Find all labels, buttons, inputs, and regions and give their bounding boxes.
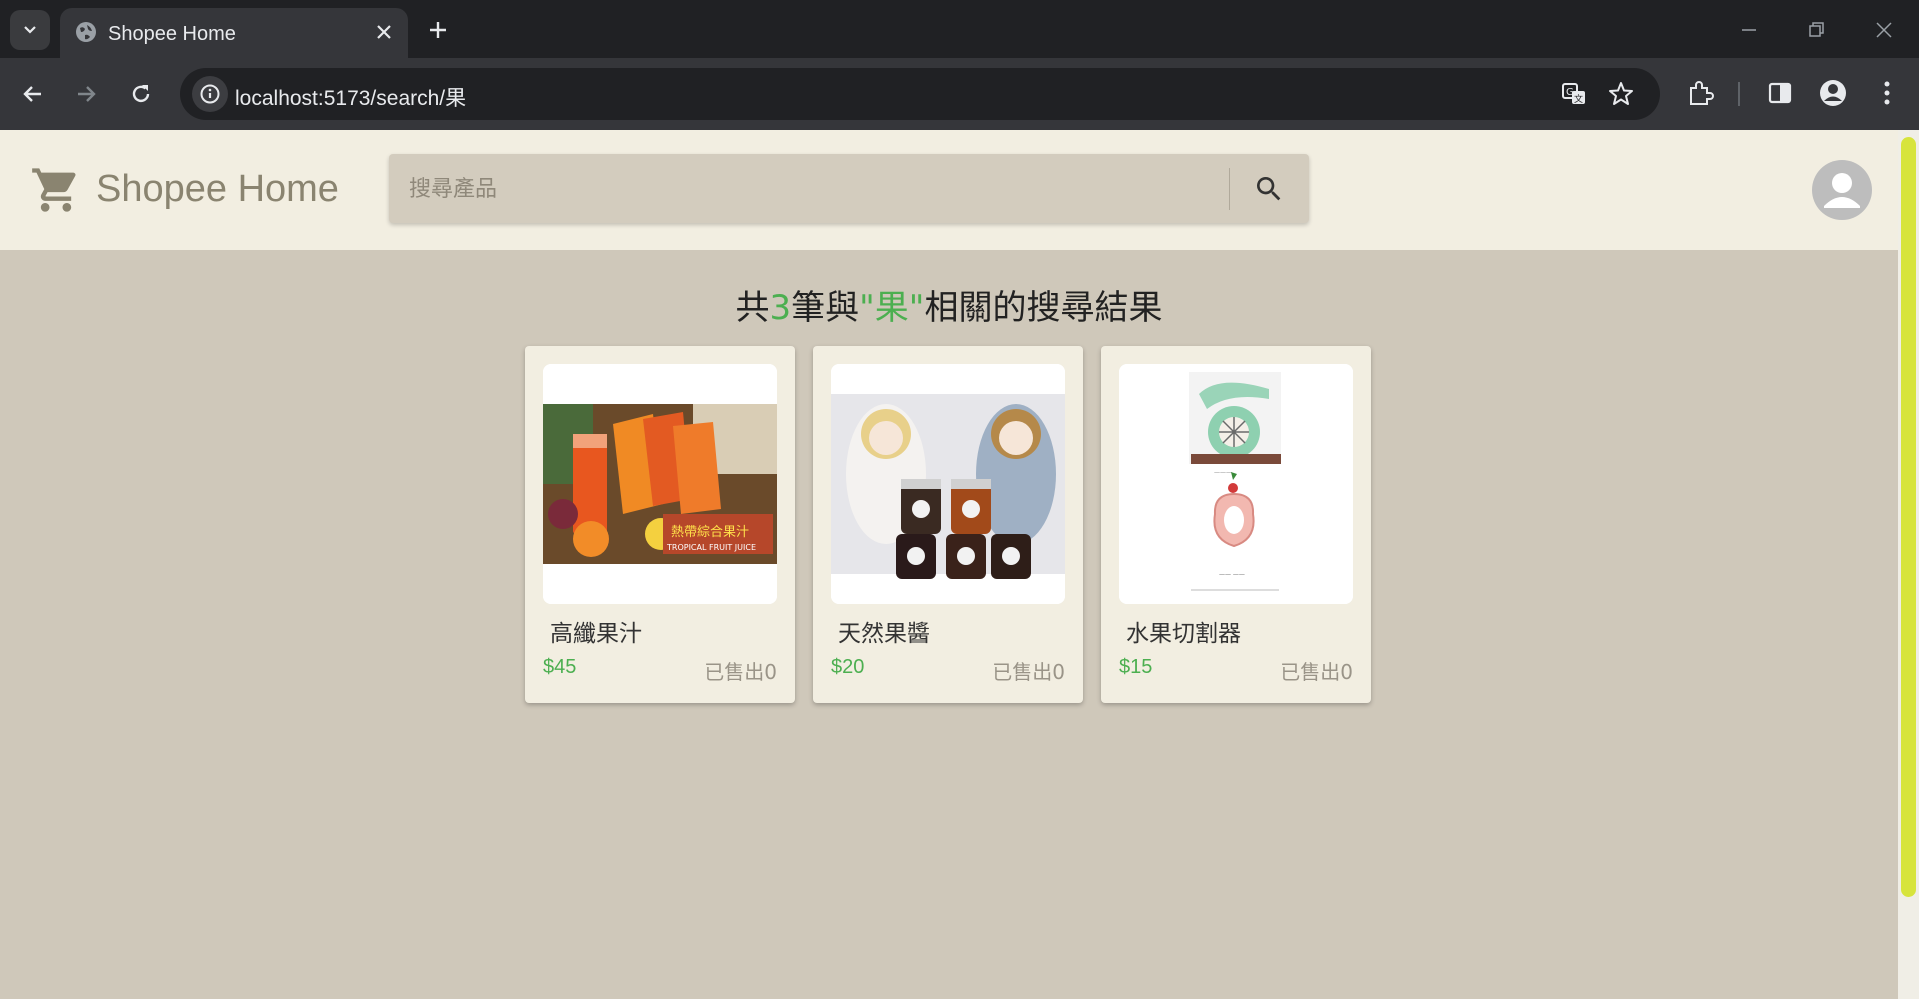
search-button[interactable]: [1239, 164, 1299, 214]
back-icon: [23, 86, 41, 102]
product-card[interactable]: ——— —— —— 水果切割器 $15 已售出0: [1101, 346, 1371, 703]
result-count: 3: [769, 288, 792, 328]
product-price: $45: [543, 656, 577, 678]
back-button[interactable]: [17, 78, 49, 110]
product-sold-count: 已售出0: [992, 660, 1065, 684]
address-bar[interactable]: localhost:5173/search/果 G 文: [180, 68, 1660, 120]
result-query: "果": [859, 288, 925, 328]
info-icon: [200, 84, 220, 104]
toolbar-divider: [1738, 82, 1740, 106]
scrollbar-thumb[interactable]: [1901, 137, 1916, 897]
reload-icon: [132, 85, 150, 103]
minimize-icon[interactable]: [1737, 20, 1761, 40]
product-image-jam[interactable]: [831, 364, 1065, 604]
search-icon: [1257, 177, 1281, 201]
product-sold-count: 已售出0: [704, 660, 777, 684]
globe-icon: [76, 22, 96, 42]
product-image-juice[interactable]: 熱帶綜合果汁 TROPICAL FRUIT JUICE: [543, 364, 777, 604]
forward-icon: [78, 86, 96, 102]
search-bar: [389, 154, 1309, 223]
svg-text:—— ——: —— ——: [1219, 571, 1245, 578]
browser-toolbar: localhost:5173/search/果 G 文: [0, 58, 1919, 130]
chevron-down-icon: [24, 26, 36, 34]
account-avatar[interactable]: [1812, 160, 1872, 220]
extensions-button[interactable]: [1685, 78, 1715, 108]
side-panel-icon: [1768, 82, 1792, 104]
fruit-cutter-photo: ——— —— ——: [1119, 364, 1353, 604]
svg-text:TROPICAL FRUIT JUICE: TROPICAL FRUIT JUICE: [666, 543, 756, 552]
juice-photo: 熱帶綜合果汁 TROPICAL FRUIT JUICE: [543, 364, 777, 604]
restore-icon[interactable]: [1804, 18, 1828, 42]
product-card[interactable]: 熱帶綜合果汁 TROPICAL FRUIT JUICE 高纖果汁 $45 已售出…: [525, 346, 795, 703]
result-prefix: 共: [735, 288, 770, 328]
tab-search-button[interactable]: [10, 10, 50, 50]
tab-title: Shopee Home: [108, 23, 236, 45]
search-divider: [1229, 168, 1230, 210]
account-icon: [1824, 173, 1860, 208]
product-name[interactable]: 高纖果汁: [550, 614, 642, 648]
product-name[interactable]: 水果切割器: [1126, 614, 1241, 648]
product-card[interactable]: 天然果醬 $20 已售出0: [813, 346, 1083, 703]
app-header: Shopee Home: [0, 130, 1898, 250]
result-middle: 筆與: [791, 288, 860, 328]
side-panel-button[interactable]: [1765, 78, 1795, 108]
search-input[interactable]: [389, 154, 1229, 223]
profile-button[interactable]: [1818, 78, 1848, 108]
reload-button[interactable]: [125, 78, 157, 110]
browser-tab-strip: Shopee Home: [0, 0, 1919, 58]
browser-menu-button[interactable]: [1872, 78, 1902, 108]
site-info-button[interactable]: [192, 76, 228, 112]
result-suffix: 相關的搜尋結果: [924, 288, 1163, 328]
plus-icon[interactable]: [424, 16, 452, 44]
product-price: $15: [1119, 656, 1153, 678]
svg-text:文: 文: [1574, 93, 1583, 105]
cart-icon[interactable]: [30, 164, 82, 216]
window-close-icon[interactable]: [1872, 18, 1896, 42]
product-image-cutter[interactable]: ——— —— ——: [1119, 364, 1353, 604]
close-icon[interactable]: [372, 20, 396, 44]
svg-text:熱帶綜合果汁: 熱帶綜合果汁: [671, 525, 749, 540]
profile-icon: [1820, 80, 1846, 106]
product-sold-count: 已售出0: [1280, 660, 1353, 684]
translate-icon[interactable]: G 文: [1560, 80, 1588, 108]
jam-photo: [831, 364, 1065, 604]
star-icon[interactable]: [1607, 80, 1635, 108]
menu-icon: [1884, 81, 1890, 105]
svg-text:———: ———: [1214, 469, 1232, 476]
page-viewport: Shopee Home 共3筆與"果"相關的搜尋結果: [0, 130, 1898, 999]
product-name[interactable]: 天然果醬: [838, 614, 930, 648]
brand-title[interactable]: Shopee Home: [96, 168, 339, 211]
forward-button[interactable]: [70, 78, 102, 110]
url-text: localhost:5173/search/果: [235, 87, 467, 110]
browser-tab[interactable]: Shopee Home: [60, 8, 408, 58]
extensions-icon: [1690, 81, 1714, 105]
search-result-heading: 共3筆與"果"相關的搜尋結果: [0, 280, 1898, 329]
product-price: $20: [831, 656, 865, 678]
